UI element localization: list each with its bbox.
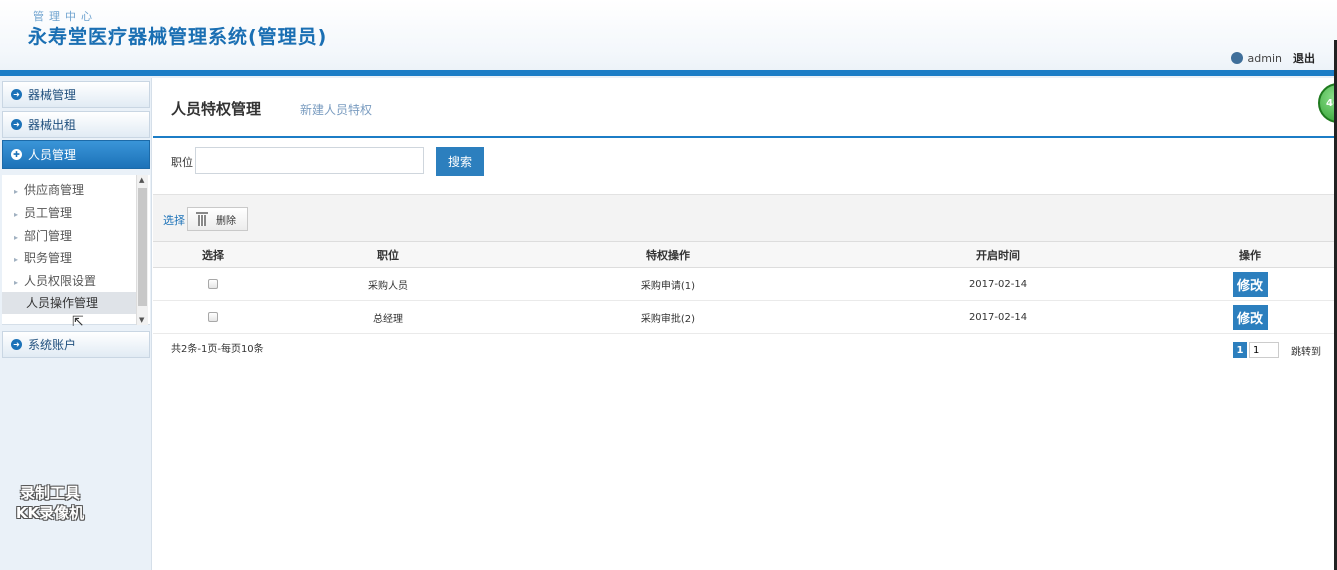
sidebar-item-job[interactable]: ▸ 职务管理 [14, 249, 72, 266]
sidebar-item-label: 人员操作管理 [26, 296, 99, 310]
recorder-watermark: 录制工具 KK录像机 [0, 483, 100, 523]
privilege-cell: 采购申请(1) [503, 267, 833, 301]
pagination: 1 跳转到 [1233, 342, 1321, 358]
sidebar-item-label: 部门管理 [24, 229, 73, 243]
mouse-cursor-icon: ⇱ [72, 314, 84, 330]
table-toolbar: 选择 删除 [153, 194, 1337, 242]
action-cell: 修改 [1163, 300, 1337, 334]
submenu-scrollbar[interactable]: ▲ ▼ [136, 175, 148, 325]
page-1-button[interactable]: 1 [1233, 342, 1247, 358]
arrow-circle-icon: ➜ [11, 89, 22, 100]
row-select-cell [153, 300, 273, 334]
col-header-position: 职位 [273, 241, 503, 268]
watermark-line: KK录像机 [15, 504, 85, 522]
row-select-cell [153, 267, 273, 301]
page-jump-input[interactable] [1249, 342, 1279, 358]
bullet-icon: ▸ [14, 187, 19, 196]
user-icon [1230, 52, 1243, 64]
sidebar: ➜ 器械管理 ➜ 器械出租 ✚ 人员管理 ▸ 供应商管理 ▸ 员工管理 ▸ 部门管理 … [0, 78, 152, 570]
search-button[interactable]: 搜索 [436, 147, 484, 176]
menu-system-account[interactable]: ➜ 系统账户 [2, 331, 150, 358]
bullet-icon: ▸ [14, 233, 19, 242]
col-header-date: 开启时间 [833, 241, 1163, 268]
pagination-info: 共2条-1页-每页10条 [171, 344, 264, 355]
arrow-circle-icon: ➜ [11, 119, 22, 130]
app-title: 永寿堂医疗器械管理系统(管理员) [28, 26, 328, 48]
delete-button[interactable]: 删除 [187, 207, 248, 231]
privilege-cell: 采购审批(2) [503, 300, 833, 334]
search-form: 职位 搜索 [153, 140, 1337, 194]
privilege-table: 选择 职位 特权操作 开启时间 操作 采购人员 采购申请(1) 2017-02-… [153, 241, 1337, 334]
watermark-line: 录制工具 [19, 484, 80, 502]
col-header-select: 选择 [153, 241, 273, 268]
position-cell: 总经理 [273, 300, 503, 334]
col-header-action: 操作 [1163, 241, 1337, 268]
logout-link[interactable]: 退出 [1293, 50, 1315, 66]
sidebar-item-label: 职务管理 [24, 251, 73, 265]
sidebar-item-label: 人员权限设置 [24, 274, 97, 288]
username: admin [1247, 51, 1282, 65]
menu-personnel-management[interactable]: ✚ 人员管理 [2, 140, 150, 169]
bullet-icon: ▸ [14, 210, 19, 219]
trash-icon [196, 212, 208, 226]
row-checkbox[interactable] [208, 278, 218, 289]
edit-button[interactable]: 修改 [1232, 304, 1268, 330]
delete-label: 删除 [216, 215, 236, 227]
sidebar-item-label: 供应商管理 [24, 183, 85, 197]
action-cell: 修改 [1163, 267, 1337, 301]
sidebar-item-permission[interactable]: ▸ 人员权限设置 [14, 272, 96, 289]
arrow-circle-icon: ➜ [11, 339, 22, 350]
menu-label: 系统账户 [28, 338, 77, 352]
row-checkbox[interactable] [208, 311, 218, 322]
tab-new-privilege[interactable]: 新建人员特权 [300, 101, 372, 118]
header: 管理中心 永寿堂医疗器械管理系统(管理员) admin 退出 [0, 0, 1337, 78]
menu-device-management[interactable]: ➜ 器械管理 [2, 81, 150, 108]
position-cell: 采购人员 [273, 267, 503, 301]
position-label: 职位 [171, 156, 193, 169]
select-all-link[interactable]: 选择 [163, 212, 185, 228]
scrollbar-thumb[interactable] [138, 188, 147, 306]
menu-label: 器械管理 [28, 88, 77, 102]
user-area: admin 退出 [1230, 50, 1315, 66]
arrow-circle-icon: ✚ [11, 149, 22, 160]
scroll-down-icon[interactable]: ▼ [139, 316, 144, 324]
table-header-row: 选择 职位 特权操作 开启时间 操作 [153, 241, 1337, 268]
table-row: 采购人员 采购申请(1) 2017-02-14 修改 [153, 267, 1337, 301]
sidebar-item-operation[interactable]: 人员操作管理 [2, 292, 137, 314]
main-content: 人员特权管理 新建人员特权 职位 搜索 选择 删除 选择 职位 特权操作 开启时… [153, 78, 1337, 570]
sidebar-item-department[interactable]: ▸ 部门管理 [14, 227, 72, 244]
tab-bar: 人员特权管理 新建人员特权 [153, 86, 1337, 138]
position-search-input[interactable] [195, 147, 424, 174]
bullet-icon: ▸ [14, 278, 19, 287]
table-row: 总经理 采购审批(2) 2017-02-14 修改 [153, 300, 1337, 334]
sidebar-item-supplier[interactable]: ▸ 供应商管理 [14, 181, 84, 198]
edit-button[interactable]: 修改 [1232, 271, 1268, 297]
menu-label: 人员管理 [28, 148, 77, 162]
jump-to-link[interactable]: 跳转到 [1291, 343, 1321, 358]
personnel-submenu: ▸ 供应商管理 ▸ 员工管理 ▸ 部门管理 ▸ 职务管理 ▸ 人员权限设置 人员操作管理 … [2, 175, 150, 325]
bullet-icon: ▸ [14, 255, 19, 264]
tab-privilege-management[interactable]: 人员特权管理 [171, 98, 261, 119]
sidebar-item-label: 员工管理 [24, 206, 73, 220]
date-cell: 2017-02-14 [833, 300, 1163, 334]
menu-device-rental[interactable]: ➜ 器械出租 [2, 111, 150, 138]
menu-label: 器械出租 [28, 118, 77, 132]
scroll-up-icon[interactable]: ▲ [139, 176, 144, 184]
date-cell: 2017-02-14 [833, 267, 1163, 301]
header-divider [0, 70, 1337, 76]
sidebar-item-employee[interactable]: ▸ 员工管理 [14, 204, 72, 221]
col-header-privilege: 特权操作 [503, 241, 833, 268]
